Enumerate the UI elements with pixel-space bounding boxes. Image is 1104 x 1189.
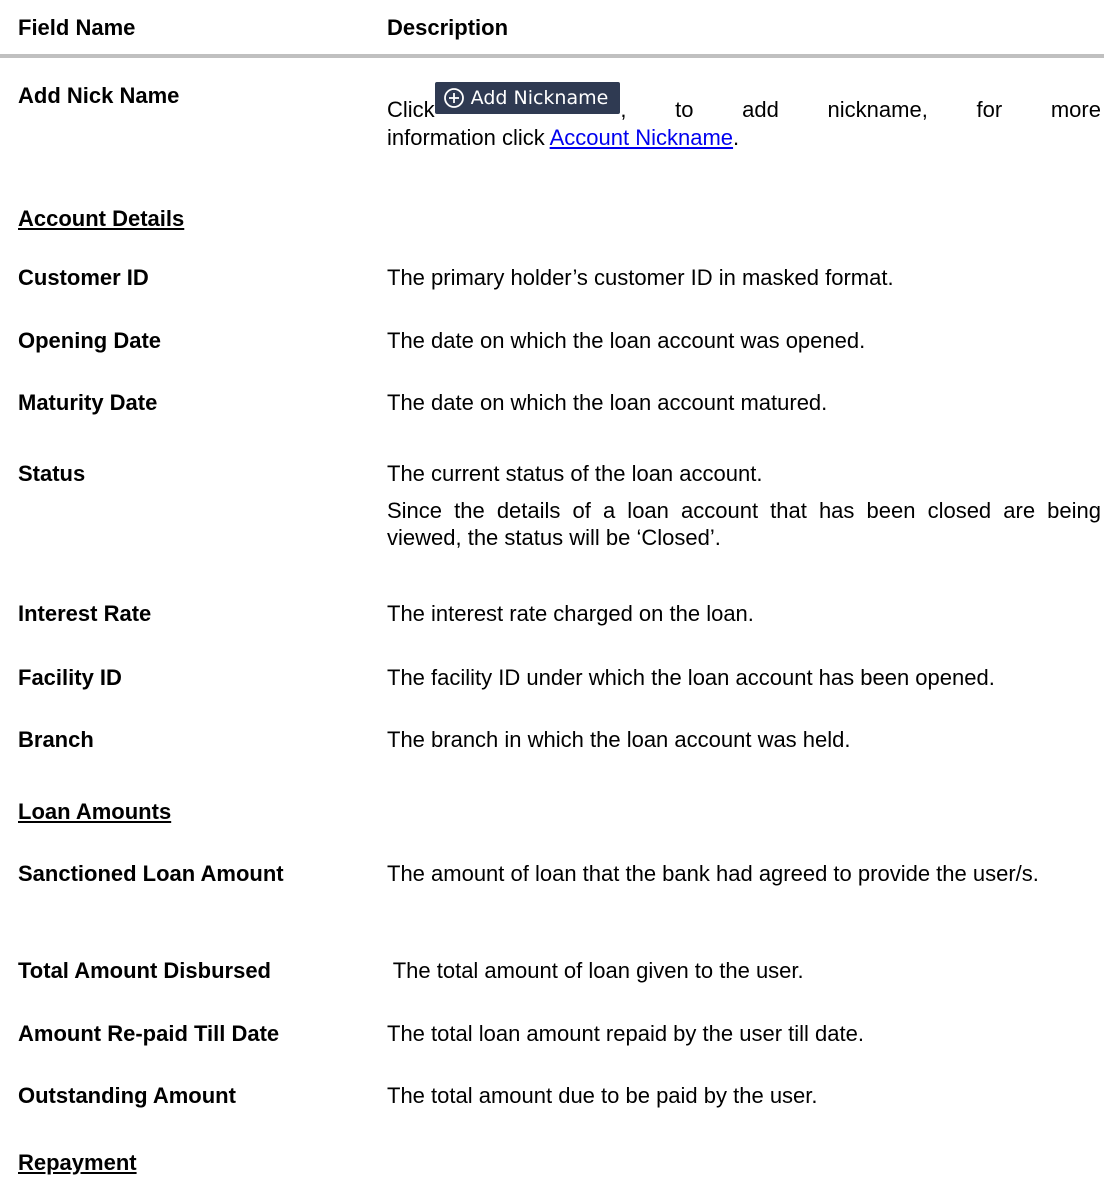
header-divider	[0, 54, 1104, 58]
comma: ,	[620, 97, 627, 122]
description-text: The branch in which the loan account was…	[387, 727, 851, 752]
field-label: Interest Rate	[18, 601, 152, 626]
description-text: The total amount of loan given to the us…	[387, 958, 804, 983]
field-description: The date on which the loan account was o…	[387, 327, 1101, 354]
information-text: information click	[387, 125, 550, 150]
section-heading-loan-amounts: Loan Amounts	[18, 799, 172, 824]
word-for: for	[976, 97, 1003, 122]
description-text: The date on which the loan account was o…	[387, 328, 866, 353]
description-text: The date on which the loan account matur…	[387, 390, 828, 415]
field-description: The amount of loan that the bank had agr…	[387, 860, 1101, 887]
description-text-2: Since the details of a loan account that…	[387, 498, 1101, 550]
description-text: The primary holder’s customer ID in mask…	[387, 265, 894, 290]
field-description: Click Add Nickname, to add nickname, for …	[387, 82, 1101, 151]
field-label: Status	[18, 461, 86, 486]
section-heading-repayment: Repayment	[18, 1150, 137, 1175]
field-label: Amount Re-paid Till Date	[18, 1021, 280, 1046]
description-text: The total amount due to be paid by the u…	[387, 1083, 818, 1108]
period: .	[733, 125, 740, 150]
click-text-group: Click Add Nickname,	[387, 82, 626, 123]
description-text: The current status of the loan account.	[387, 461, 763, 486]
plus-circle-icon	[443, 87, 465, 109]
field-description: The interest rate charged on the loan.	[387, 600, 1101, 627]
word-add: add	[742, 97, 779, 122]
field-label: Facility ID	[18, 665, 122, 690]
description-text: The facility ID under which the loan acc…	[387, 665, 995, 690]
field-label: Sanctioned Loan Amount	[18, 861, 284, 886]
field-description: The primary holder’s customer ID in mask…	[387, 264, 1101, 291]
field-description: The current status of the loan account. …	[387, 460, 1101, 551]
table-header: Field Name Description	[0, 0, 1104, 54]
field-description: The facility ID under which the loan acc…	[387, 664, 1101, 691]
field-description: The total loan amount repaid by the user…	[387, 1020, 1101, 1047]
field-label: Maturity Date	[18, 390, 158, 415]
word-more: more	[1050, 97, 1101, 122]
field-description: The date on which the loan account matur…	[387, 389, 1101, 416]
word-to: to	[675, 97, 694, 122]
add-nickname-button[interactable]: Add Nickname	[434, 82, 621, 114]
field-description: The branch in which the loan account was…	[387, 726, 1101, 753]
document-page: Field Name Description Add Nick Name Cli…	[0, 0, 1104, 1189]
word-nickname: nickname,	[827, 97, 928, 122]
description-text: The interest rate charged on the loan.	[387, 601, 754, 626]
description-line-1: Click Add Nickname, to add nickname, for …	[387, 82, 1101, 123]
field-label: Branch	[18, 727, 94, 752]
click-word: Click	[387, 97, 435, 122]
field-label: Outstanding Amount	[18, 1083, 236, 1108]
account-nickname-link[interactable]: Account Nickname	[550, 125, 733, 150]
header-field-name: Field Name	[18, 15, 136, 40]
add-nickname-button-label: Add Nickname	[470, 86, 609, 109]
field-label: Customer ID	[18, 265, 149, 290]
field-description: The total amount due to be paid by the u…	[387, 1082, 1101, 1109]
section-heading-account-details: Account Details	[18, 206, 185, 231]
description-text: The total loan amount repaid by the user…	[387, 1021, 864, 1046]
field-description: The total amount of loan given to the us…	[387, 957, 1101, 984]
header-description: Description	[387, 15, 509, 40]
description-text: The amount of loan that the bank had agr…	[387, 861, 1039, 886]
field-label: Total Amount Disbursed	[18, 958, 271, 983]
field-label: Opening Date	[18, 328, 162, 353]
description-line-2: information click Account Nickname.	[387, 124, 1101, 151]
field-label: Add Nick Name	[18, 83, 180, 108]
